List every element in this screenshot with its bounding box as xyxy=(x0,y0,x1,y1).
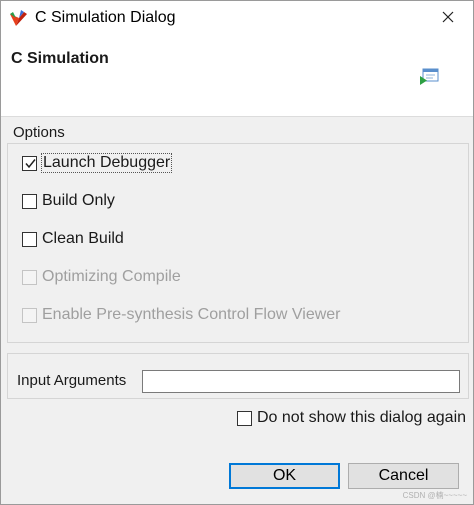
cancel-button[interactable]: Cancel xyxy=(348,463,459,489)
title-bar[interactable]: C Simulation Dialog xyxy=(1,1,473,37)
optimizing-compile-checkbox: Optimizing Compile xyxy=(22,266,181,288)
input-arguments-label: Input Arguments xyxy=(17,372,127,389)
clean-build-checkbox[interactable]: Clean Build xyxy=(22,228,124,250)
close-button[interactable] xyxy=(435,7,461,31)
ok-button[interactable]: OK xyxy=(229,463,340,489)
optimizing-compile-label: Optimizing Compile xyxy=(42,268,181,285)
page-title: C Simulation xyxy=(11,50,109,67)
build-only-label: Build Only xyxy=(42,192,115,209)
checkbox-box[interactable] xyxy=(22,193,37,209)
watermark: CSDN @楠~~~~~ xyxy=(402,491,467,500)
dialog-header: C Simulation xyxy=(1,37,473,117)
csim-run-icon xyxy=(419,68,439,86)
build-only-checkbox[interactable]: Build Only xyxy=(22,190,115,212)
control-flow-viewer-label: Enable Pre-synthesis Control Flow Viewer xyxy=(42,306,341,323)
control-flow-viewer-checkbox: Enable Pre-synthesis Control Flow Viewer xyxy=(22,304,341,326)
vitis-hls-icon xyxy=(8,8,30,30)
options-group: Options Launch Debugger Build Only Clean… xyxy=(7,124,469,343)
dont-show-again-checkbox[interactable]: Do not show this dialog again xyxy=(237,407,466,429)
launch-debugger-checkbox[interactable]: Launch Debugger xyxy=(22,152,173,174)
launch-debugger-label: Launch Debugger xyxy=(40,153,173,173)
checkbox-box[interactable] xyxy=(237,410,252,426)
c-simulation-dialog: C Simulation Dialog C Simulation Options xyxy=(0,0,474,505)
check-icon xyxy=(25,158,36,168)
checkbox-box xyxy=(22,307,37,323)
checkbox-box xyxy=(22,269,37,285)
clean-build-label: Clean Build xyxy=(42,230,124,247)
checkbox-box[interactable] xyxy=(22,231,37,247)
input-arguments-field[interactable] xyxy=(142,370,460,393)
checkbox-box[interactable] xyxy=(22,155,37,171)
close-icon xyxy=(442,10,454,28)
options-group-label: Options xyxy=(13,124,65,141)
window-title: C Simulation Dialog xyxy=(35,9,176,26)
dont-show-again-label: Do not show this dialog again xyxy=(257,409,467,426)
